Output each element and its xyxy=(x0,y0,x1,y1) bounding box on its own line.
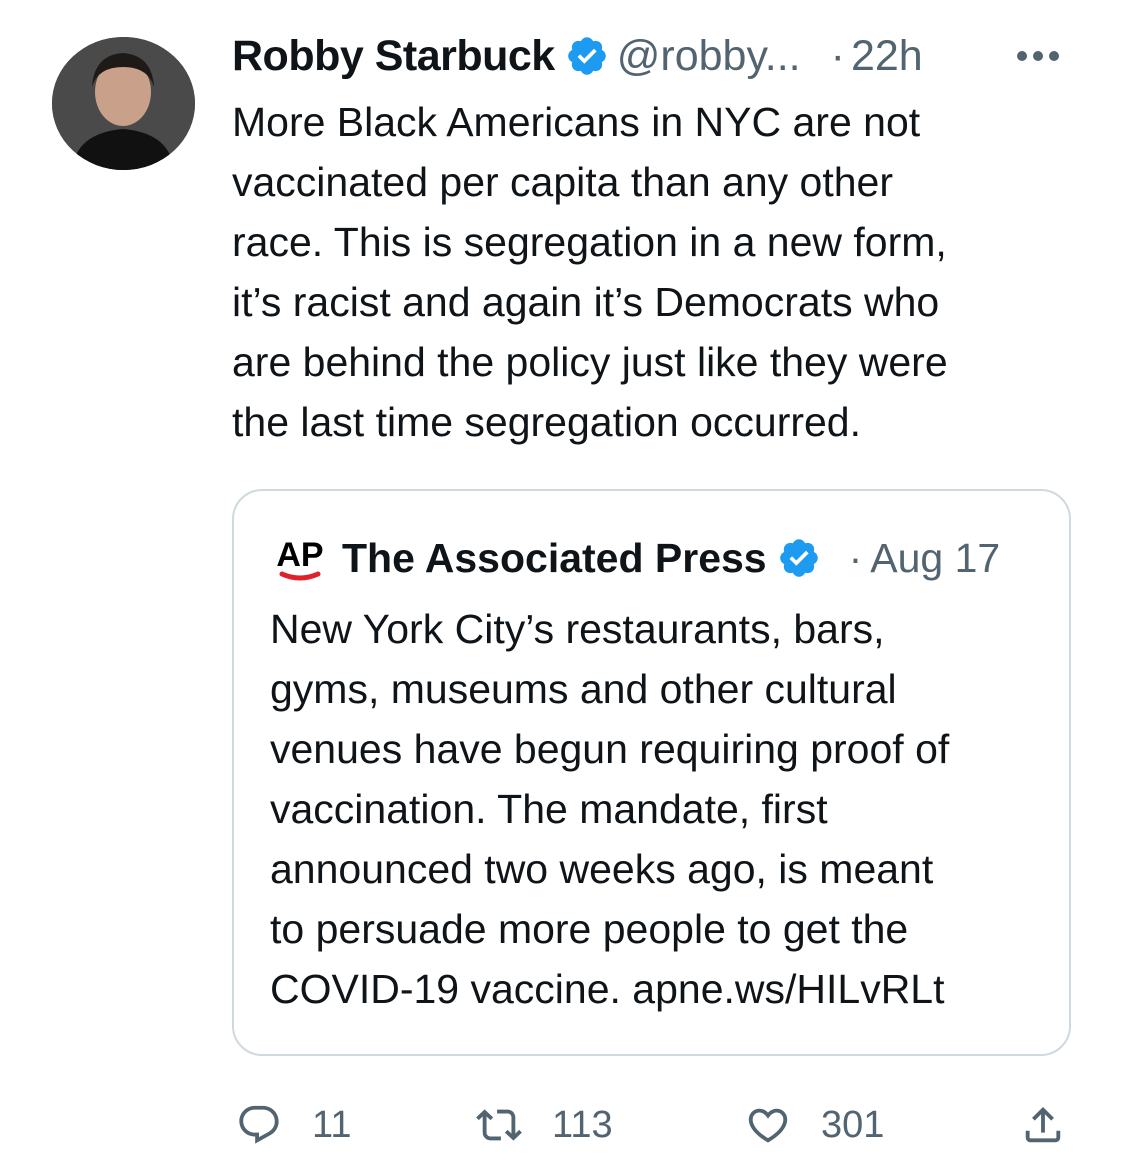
verified-badge-icon xyxy=(779,539,818,577)
tweet-text-line: race. This is segregation in a new form, xyxy=(232,219,947,265)
tweet-text: More Black Americans in NYC are not vacc… xyxy=(232,92,1052,452)
reply-button[interactable]: 11 xyxy=(236,1095,351,1155)
tweet-text-line: vaccinated per capita than any other xyxy=(232,159,893,205)
quoted-tweet-date[interactable]: Aug 17 xyxy=(870,535,1000,582)
tweet-action-bar: 11 113 301 xyxy=(0,1095,1125,1155)
like-count: 301 xyxy=(821,1103,885,1146)
quoted-tweet-text: New York City’s restaurants, bars, gyms,… xyxy=(270,599,1050,1019)
quoted-text-line: vaccination. The mandate, first xyxy=(270,786,828,832)
tweet-text-line: are behind the policy just like they wer… xyxy=(232,339,948,385)
tweet-text-line: More Black Americans in NYC are not xyxy=(232,99,921,145)
verified-badge-icon xyxy=(567,37,606,75)
tweet-text-line: it’s racist and again it’s Democrats who xyxy=(232,279,940,325)
ap-logo-icon: AP xyxy=(276,536,324,581)
ap-logo-text: AP xyxy=(276,536,323,574)
quoted-text-line: to persuade more people to get the xyxy=(270,906,909,952)
retweet-icon xyxy=(476,1109,522,1141)
author-avatar[interactable] xyxy=(52,37,195,170)
tweet-timestamp[interactable]: 22h xyxy=(851,32,923,81)
quoted-text-line: New York City’s restaurants, bars, xyxy=(270,606,885,652)
quoted-author-name[interactable]: The Associated Press xyxy=(342,535,767,582)
quoted-text-line: COVID-19 vaccine. apne.ws/HILvRLt xyxy=(270,966,945,1012)
avatar-image xyxy=(52,37,195,170)
reply-icon xyxy=(239,1105,279,1144)
retweet-button[interactable]: 113 xyxy=(476,1095,613,1155)
more-icon[interactable] xyxy=(1012,36,1064,76)
quoted-text-line: gyms, museums and other cultural xyxy=(270,666,897,712)
separator-dot: · xyxy=(848,534,863,581)
separator-dot: · xyxy=(830,31,845,80)
heart-icon xyxy=(748,1108,788,1143)
tweet-text-line: the last time segregation occurred. xyxy=(232,399,861,445)
tweet-header: Robby Starbuck @robby... · 22h xyxy=(232,28,1082,84)
share-button[interactable] xyxy=(1020,1095,1066,1155)
quoted-text-line: venues have begun requiring proof of xyxy=(270,726,950,772)
share-icon xyxy=(1025,1106,1061,1143)
author-name[interactable]: Robby Starbuck xyxy=(232,32,555,81)
reply-count: 11 xyxy=(312,1103,352,1146)
quoted-text-line: announced two weeks ago, is meant xyxy=(270,846,934,892)
quoted-tweet-header: AP The Associated Press · Aug 17 xyxy=(270,527,1050,589)
retweet-count: 113 xyxy=(552,1103,613,1146)
like-button[interactable]: 301 xyxy=(745,1095,884,1155)
quoted-tweet-card[interactable]: AP The Associated Press · Aug 17 New Yor… xyxy=(232,489,1071,1056)
author-handle[interactable]: @robby... xyxy=(617,32,801,81)
